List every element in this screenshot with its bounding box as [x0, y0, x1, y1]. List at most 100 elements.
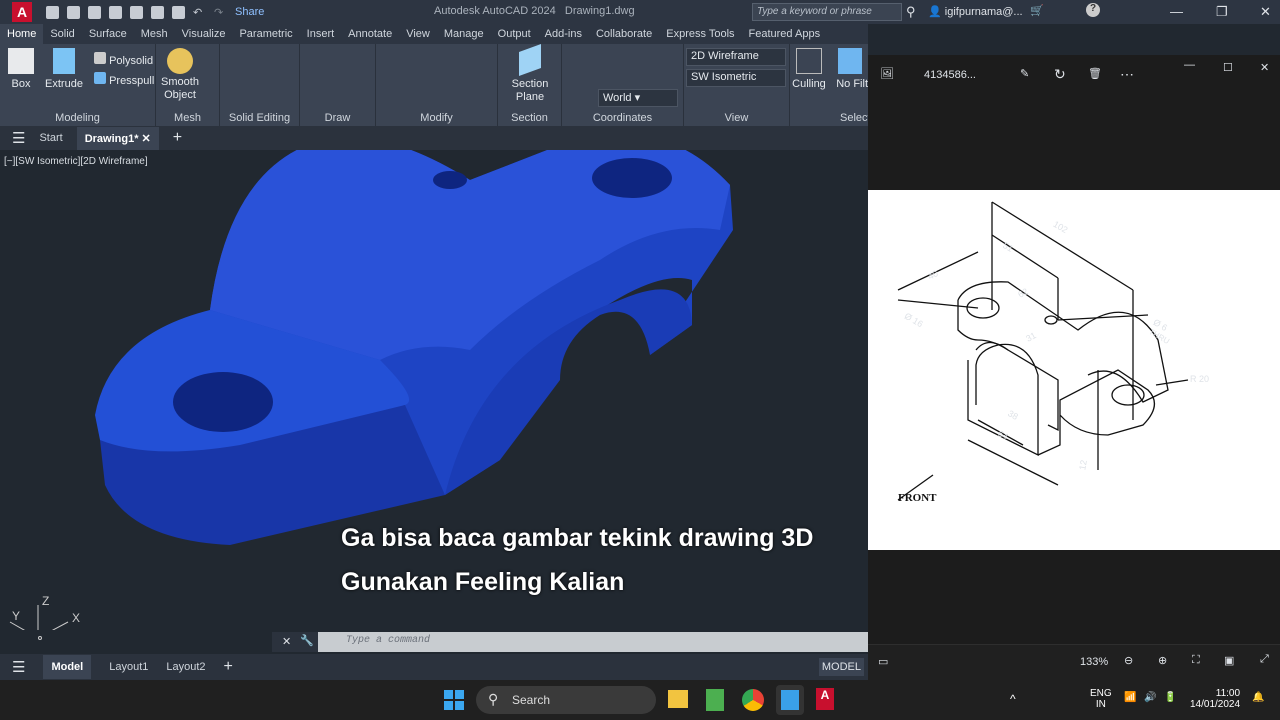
panel-label-draw[interactable]: Draw	[300, 112, 375, 124]
panel-label-selection[interactable]: Selection	[840, 112, 885, 124]
panel-label-solid-editing[interactable]: Solid Editing	[220, 112, 299, 124]
share-button[interactable]: Share	[235, 6, 264, 18]
camtasia-icon[interactable]	[706, 689, 724, 711]
photos-app-icon[interactable]	[776, 685, 804, 715]
tab-output[interactable]: Output	[491, 24, 538, 44]
rotate-icon[interactable]: ↻	[1054, 66, 1066, 83]
smooth-object-button[interactable]: Smooth Object	[160, 48, 200, 102]
tab-view[interactable]: View	[399, 24, 437, 44]
tab-home[interactable]: Home	[0, 24, 44, 44]
zoom-out-icon[interactable]: ⊖	[1124, 654, 1133, 667]
delete-icon[interactable]: 🗑	[1088, 67, 1102, 80]
more-icon[interactable]: ⋯	[1120, 66, 1134, 83]
undo-icon[interactable]: ↶	[193, 6, 206, 19]
start-icon[interactable]	[444, 690, 464, 710]
user-account[interactable]: 👤 igifpurnama@...	[928, 5, 1023, 18]
zoom-in-icon[interactable]: ⊕	[1158, 654, 1167, 667]
tab-parametric[interactable]: Parametric	[232, 24, 299, 44]
panel-label-section[interactable]: Section	[498, 112, 561, 124]
command-input[interactable]: Type a command	[318, 632, 868, 652]
cart-icon[interactable]: 🛒	[1030, 4, 1044, 17]
tab-featured-apps[interactable]: Featured Apps	[742, 24, 828, 44]
photo-image[interactable]: 102 51 40 62 31 38 64 12 Ø 16 Ø 6 THRU R…	[868, 190, 1280, 550]
file-explorer-icon[interactable]	[668, 690, 688, 708]
ucs-dropdown[interactable]: World ▾	[598, 89, 678, 107]
tab-visualize[interactable]: Visualize	[175, 24, 233, 44]
tab-model[interactable]: Model	[43, 655, 92, 679]
notification-icon[interactable]: 🔔	[1252, 692, 1264, 703]
viewport-canvas[interactable]: Y X Z	[0, 150, 868, 630]
save-as-icon[interactable]	[109, 5, 122, 19]
presspull-label: Presspull	[109, 75, 155, 87]
language-indicator[interactable]: ENG IN	[1090, 688, 1112, 710]
restore-button[interactable]: ❐	[1216, 4, 1228, 20]
minimize-button[interactable]: —	[1170, 4, 1183, 19]
tab-drawing1[interactable]: Drawing1* ✕	[76, 126, 159, 150]
tab-manage[interactable]: Manage	[437, 24, 491, 44]
help-search-input[interactable]: Type a keyword or phrase	[752, 3, 902, 21]
filmstrip-icon[interactable]: ▭	[878, 655, 888, 668]
tab-layout1[interactable]: Layout1	[109, 661, 148, 673]
autocad-taskbar-icon[interactable]: A	[816, 688, 834, 710]
new-icon[interactable]	[46, 5, 59, 19]
customize-icon[interactable]: 🔧	[300, 634, 314, 647]
photos-minimize-button[interactable]: —	[1184, 59, 1195, 71]
publish-icon[interactable]	[151, 5, 164, 19]
chrome-icon[interactable]	[742, 689, 764, 711]
panel-label-modify[interactable]: Modify	[376, 112, 497, 124]
close-tab-icon[interactable]: ✕	[142, 133, 151, 145]
panel-label-modeling[interactable]: Modeling	[0, 112, 155, 124]
section-plane-button[interactable]: Section Plane	[506, 43, 554, 104]
photos-maximize-button[interactable]: ☐	[1223, 61, 1233, 74]
panel-label-view[interactable]: View	[684, 112, 789, 124]
new-tab-icon[interactable]: +	[173, 129, 182, 147]
tab-collaborate[interactable]: Collaborate	[589, 24, 659, 44]
help-icon[interactable]: ?	[1086, 3, 1100, 17]
layout-menu-icon[interactable]: ☰	[12, 658, 25, 676]
tab-annotate[interactable]: Annotate	[341, 24, 399, 44]
plot-icon[interactable]	[172, 5, 185, 19]
edit-icon[interactable]: ✎	[1020, 67, 1029, 80]
save-icon[interactable]	[88, 5, 101, 19]
extrude-button[interactable]: Extrude	[44, 48, 84, 91]
culling-button[interactable]: Culling	[792, 48, 826, 91]
tab-surface[interactable]: Surface	[82, 24, 134, 44]
taskbar-search[interactable]: ⚲ Search	[476, 686, 656, 714]
panel-section: Section Plane Section	[498, 43, 562, 126]
actual-size-icon[interactable]: ▣	[1224, 654, 1234, 667]
add-layout-icon[interactable]: +	[224, 658, 233, 676]
tab-express-tools[interactable]: Express Tools	[659, 24, 741, 44]
volume-icon[interactable]: 🔊	[1144, 692, 1156, 703]
clock[interactable]: 11:00 14/01/2024	[1190, 688, 1240, 710]
tab-mesh[interactable]: Mesh	[134, 24, 175, 44]
tab-start[interactable]: Start	[39, 132, 62, 144]
close-command-icon[interactable]: ✕	[282, 635, 291, 648]
visual-style-dropdown[interactable]: 2D Wireframe	[686, 48, 786, 66]
photo-filename: 4134586...	[924, 69, 976, 81]
box-button[interactable]: Box	[4, 48, 38, 91]
tab-addins[interactable]: Add-ins	[538, 24, 589, 44]
fit-icon[interactable]: ⛶	[1192, 654, 1200, 667]
polysolid-button[interactable]: Polysolid	[94, 52, 153, 67]
fullscreen-icon[interactable]: ⤢	[1260, 653, 1269, 666]
panel-label-coordinates[interactable]: Coordinates	[562, 112, 683, 124]
model-space-button[interactable]: MODEL	[818, 658, 864, 676]
presspull-button[interactable]: Presspull	[94, 72, 154, 87]
gallery-icon[interactable]: 🖼	[880, 67, 894, 80]
wifi-icon[interactable]: 📶	[1124, 692, 1136, 703]
web-icon[interactable]	[130, 5, 143, 19]
menu-icon[interactable]: ☰	[12, 129, 25, 147]
tab-solid[interactable]: Solid	[43, 24, 81, 44]
search-icon[interactable]: ⚲	[906, 4, 916, 20]
tray-overflow-icon[interactable]: ^	[1010, 692, 1016, 706]
tab-insert[interactable]: Insert	[300, 24, 342, 44]
open-icon[interactable]	[67, 5, 80, 19]
photos-close-button[interactable]: ✕	[1260, 61, 1269, 74]
view-direction-dropdown[interactable]: SW Isometric	[686, 69, 786, 87]
panel-label-mesh[interactable]: Mesh	[156, 112, 219, 124]
battery-icon[interactable]: 🔋	[1164, 692, 1176, 703]
redo-icon[interactable]: ↷	[214, 6, 227, 19]
close-button[interactable]: ✕	[1260, 4, 1271, 20]
autocad-logo[interactable]: A	[12, 2, 32, 22]
tab-layout2[interactable]: Layout2	[166, 661, 205, 673]
